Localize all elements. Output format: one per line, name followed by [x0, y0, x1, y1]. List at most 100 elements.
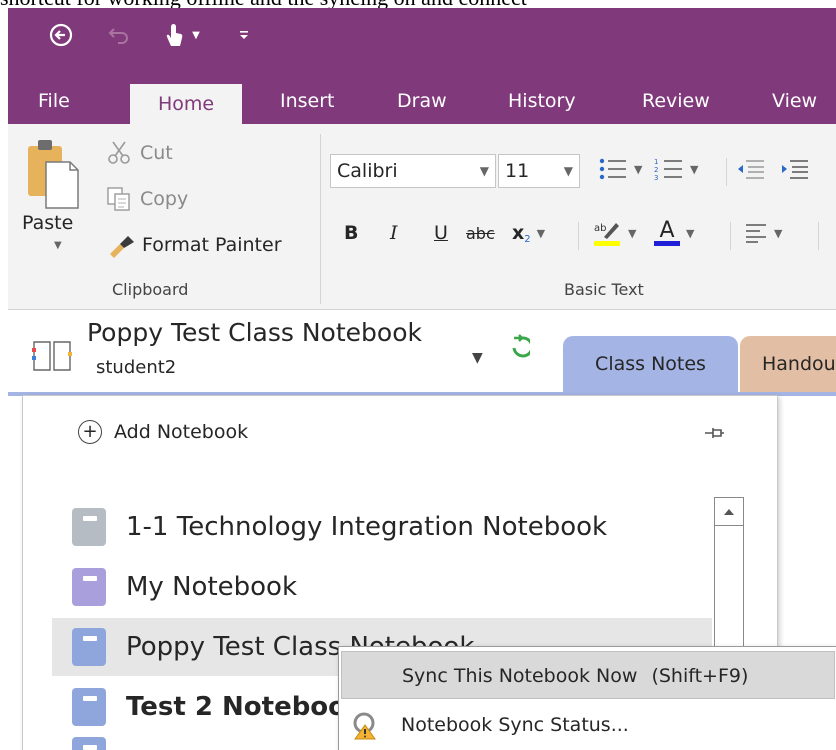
copy-icon — [107, 187, 130, 211]
tab-review[interactable]: Review — [642, 78, 710, 124]
separator — [730, 222, 731, 250]
chevron-down-icon[interactable]: ▼ — [686, 227, 694, 240]
plus-circle-icon: + — [78, 420, 102, 444]
bullet-list-icon — [599, 158, 626, 180]
font-name-value: Calibri — [337, 160, 398, 182]
sync-button[interactable] — [508, 334, 534, 368]
increase-indent-icon — [782, 160, 808, 179]
chevron-down-icon[interactable]: ▼ — [537, 227, 545, 240]
touch-hand-icon — [166, 24, 183, 46]
scissors-icon — [108, 141, 130, 164]
tab-home[interactable]: Home — [130, 84, 243, 124]
svg-text:ab: ab — [594, 223, 606, 234]
notebook-icon — [72, 737, 106, 750]
clipboard-group-label: Clipboard — [112, 280, 189, 299]
chevron-down-icon[interactable]: ▼ — [634, 163, 642, 176]
add-notebook-button[interactable]: + Add Notebook — [78, 420, 248, 444]
font-size-value: 11 — [505, 160, 530, 182]
title-bar: ▼ — [8, 8, 836, 78]
separator — [726, 158, 727, 186]
notebook-icon[interactable] — [32, 338, 72, 376]
add-notebook-label: Add Notebook — [114, 421, 249, 443]
font-name-combo[interactable]: Calibri ▼ — [330, 154, 496, 188]
copy-label: Copy — [140, 188, 189, 210]
current-notebook-user: student2 — [96, 357, 177, 378]
italic-button[interactable]: I — [390, 218, 398, 248]
back-button[interactable] — [46, 20, 76, 50]
separator — [578, 222, 579, 250]
tab-insert[interactable]: Insert — [280, 78, 335, 124]
sync-now-label: Sync This Notebook Now — [402, 665, 638, 687]
notebook-icon — [72, 628, 106, 666]
chevron-down-icon[interactable]: ▼ — [628, 227, 636, 240]
separator — [818, 222, 819, 250]
bold-button[interactable]: B — [344, 218, 358, 248]
svg-text:1: 1 — [654, 158, 658, 166]
customize-icon — [240, 31, 248, 39]
cut-label: Cut — [140, 142, 173, 164]
paste-icon — [28, 140, 79, 209]
bullets-button[interactable]: ▼ — [598, 154, 642, 184]
paste-button[interactable] — [24, 138, 80, 210]
tab-draw[interactable]: Draw — [397, 78, 447, 124]
chevron-down-icon[interactable]: ▼ — [690, 163, 698, 176]
notebook-dropdown-icon[interactable]: ▼ — [472, 350, 483, 366]
svg-text:3: 3 — [654, 174, 658, 181]
customize-qat-button[interactable] — [234, 20, 254, 50]
chevron-down-icon[interactable]: ▼ — [480, 155, 489, 187]
font-color-icon: A — [654, 219, 680, 246]
paste-label[interactable]: Paste — [22, 212, 73, 234]
notebook-icon — [72, 688, 106, 726]
highlighter-icon: ab — [594, 223, 620, 246]
cut-button[interactable]: Cut — [106, 140, 173, 166]
decrease-indent-button[interactable] — [736, 154, 766, 184]
align-button[interactable]: ▼ — [744, 218, 782, 248]
scroll-up-button[interactable] — [715, 498, 743, 526]
group-separator — [320, 134, 321, 304]
section-tab-class-notes[interactable]: Class Notes — [563, 336, 738, 392]
notebook-item-label: My Notebook — [126, 572, 298, 602]
tab-file[interactable]: File — [38, 78, 70, 124]
align-left-icon — [746, 224, 766, 243]
underline-button[interactable]: U — [434, 218, 448, 248]
chevron-down-icon[interactable]: ▼ — [774, 227, 782, 240]
tab-view[interactable]: View — [772, 78, 817, 124]
pin-button[interactable] — [703, 425, 725, 445]
copy-button[interactable]: Copy — [106, 186, 188, 212]
notebook-item-my-notebook[interactable]: My Notebook — [52, 558, 712, 616]
notebook-sync-status-item[interactable]: Notebook Sync Status... — [341, 701, 835, 749]
current-notebook-title[interactable]: Poppy Test Class Notebook — [87, 318, 422, 347]
chevron-down-icon[interactable]: ▼ — [564, 155, 573, 187]
subscript-small-label: 2 — [524, 233, 531, 245]
format-painter-button[interactable]: Format Painter — [106, 232, 282, 258]
font-size-combo[interactable]: 11 ▼ — [498, 154, 580, 188]
tab-history[interactable]: History — [508, 78, 576, 124]
numbered-list-icon: 1 2 3 — [654, 158, 682, 181]
subscript-button[interactable]: x2 ▼ — [512, 218, 545, 248]
undo-button[interactable] — [106, 20, 132, 50]
svg-text:2: 2 — [654, 166, 658, 174]
highlight-button[interactable]: ab ▼ — [592, 218, 636, 248]
paste-dropdown-icon[interactable]: ▼ — [54, 240, 62, 251]
pin-icon — [705, 428, 724, 438]
font-color-button[interactable]: A ▼ — [654, 218, 694, 248]
section-tab-handouts[interactable]: Handouts — [740, 336, 836, 392]
back-arrow-icon — [49, 23, 73, 47]
notebook-item-label: 1-1 Technology Integration Notebook — [126, 512, 608, 542]
sync-icon — [512, 334, 534, 358]
chevron-down-icon: ▼ — [192, 29, 200, 41]
scroll-up-icon — [724, 508, 734, 515]
notebook-icon — [72, 568, 106, 606]
basic-text-group-label: Basic Text — [564, 280, 644, 299]
numbering-button[interactable]: 1 2 3 ▼ — [654, 154, 698, 184]
increase-indent-button[interactable] — [780, 154, 810, 184]
notebook-item-1-1-technology[interactable]: 1-1 Technology Integration Notebook — [52, 498, 712, 556]
notebook-item-label: Test 2 Notebook — [126, 692, 364, 722]
strikethrough-button[interactable]: abc — [466, 218, 495, 248]
sync-now-shortcut: (Shift+F9) — [651, 665, 749, 687]
touch-mode-button[interactable]: ▼ — [156, 20, 206, 50]
sync-status-label: Notebook Sync Status... — [401, 714, 629, 736]
format-painter-label: Format Painter — [142, 234, 282, 256]
sync-this-notebook-now-item[interactable]: Sync This Notebook Now (Shift+F9) — [341, 651, 835, 699]
open-book-icon — [32, 341, 72, 371]
